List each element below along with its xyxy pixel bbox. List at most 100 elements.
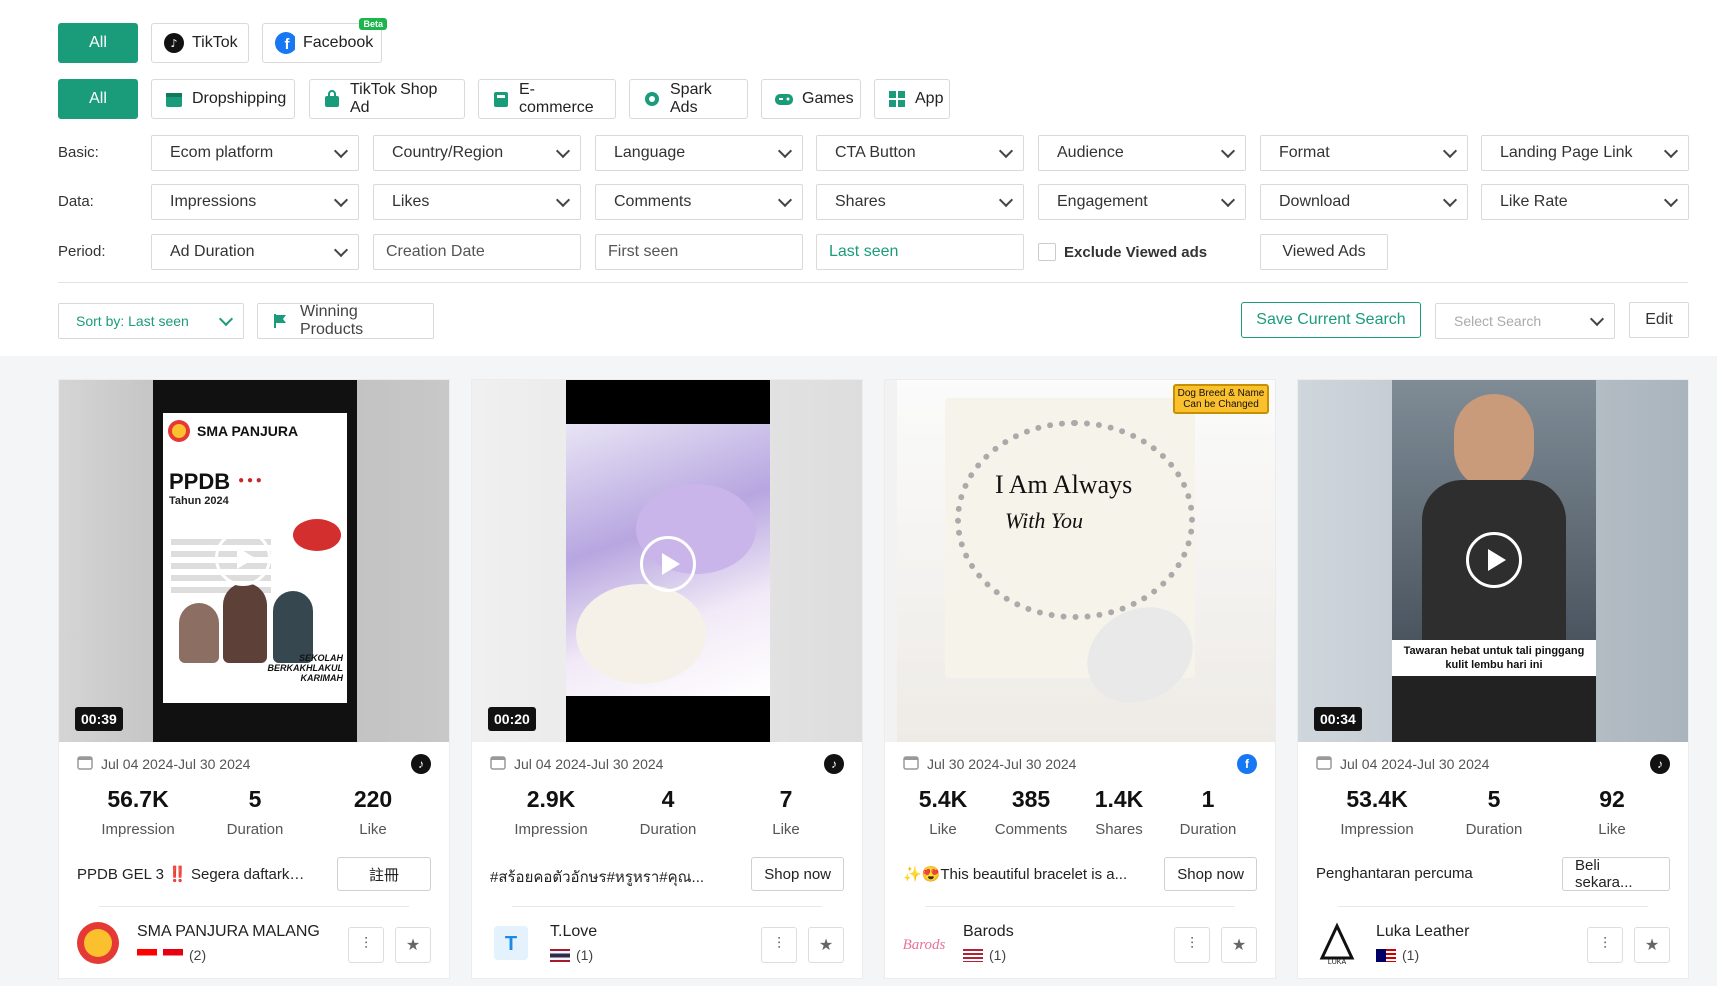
cta-button[interactable]: Shop now bbox=[1164, 857, 1257, 891]
avatar[interactable] bbox=[75, 920, 121, 966]
ad-card[interactable]: I Am Always With You Dog Breed & Name Ca… bbox=[884, 379, 1276, 979]
category-all-button[interactable]: All bbox=[58, 79, 138, 119]
cta-button[interactable]: Beli sekara... bbox=[1562, 857, 1670, 891]
avatar[interactable]: Barods bbox=[901, 920, 947, 966]
platform-facebook-label: Facebook bbox=[303, 34, 374, 51]
sort-select[interactable]: Sort by: Last seen bbox=[58, 303, 244, 339]
stat-impression: 56.7K Impression bbox=[83, 786, 193, 838]
ad-card[interactable]: 00:20 Jul 04 2024-Jul 30 2024 ♪ 2.9K Impr… bbox=[471, 379, 863, 979]
category-tiktok-shop-ad-button[interactable]: TikTok Shop Ad bbox=[309, 79, 465, 119]
creation-date-input[interactable]: Creation Date bbox=[373, 234, 581, 270]
advertiser-name[interactable]: Barods bbox=[963, 923, 1014, 941]
favorite-button[interactable]: ★ bbox=[808, 927, 844, 963]
play-icon[interactable] bbox=[1466, 532, 1522, 588]
comments-label: Comments bbox=[614, 193, 692, 210]
stat-impression: 2.9K Impression bbox=[496, 786, 606, 838]
favorite-button[interactable]: ★ bbox=[1634, 927, 1670, 963]
platform-all-button[interactable]: All bbox=[58, 23, 138, 63]
ad-duration-select[interactable]: Ad Duration bbox=[151, 234, 359, 270]
analytics-button[interactable]: ⫶ bbox=[1587, 927, 1623, 963]
exclude-viewed-checkbox[interactable]: Exclude Viewed ads bbox=[1038, 243, 1207, 261]
advertiser-name[interactable]: Luka Leather bbox=[1376, 923, 1469, 941]
audience-select[interactable]: Audience bbox=[1038, 135, 1246, 171]
avatar[interactable]: LUKA bbox=[1314, 920, 1360, 966]
sun-logo-icon bbox=[168, 420, 190, 442]
format-select[interactable]: Format bbox=[1260, 135, 1468, 171]
viewed-ads-button[interactable]: Viewed Ads bbox=[1260, 234, 1388, 270]
stat-value: 56.7K bbox=[107, 786, 169, 812]
ecom-platform-select[interactable]: Ecom platform bbox=[151, 135, 359, 171]
impressions-select[interactable]: Impressions bbox=[151, 184, 359, 220]
date-text: Jul 04 2024-Jul 30 2024 bbox=[1340, 755, 1490, 772]
category-ecommerce-label: E-commerce bbox=[519, 81, 594, 116]
country-count: (1) bbox=[989, 947, 1007, 963]
ad-media[interactable]: Tawaran hebat untuk tali pinggang kulit … bbox=[1298, 380, 1688, 742]
ad-card[interactable]: SMA PANJURA PPDB Tahun 2024 ● ● ● SEKOLA… bbox=[58, 379, 450, 979]
cta-button[interactable]: Shop now bbox=[751, 857, 844, 891]
landing-page-link-select[interactable]: Landing Page Link bbox=[1481, 135, 1689, 171]
analytics-button[interactable]: ⫶ bbox=[348, 927, 384, 963]
ad-description: Penghantaran percuma bbox=[1316, 865, 1473, 882]
divider bbox=[1338, 906, 1648, 907]
ad-media[interactable]: 00:20 bbox=[472, 380, 862, 742]
date-text: Jul 04 2024-Jul 30 2024 bbox=[514, 755, 664, 772]
analytics-button[interactable]: ⫶ bbox=[761, 927, 797, 963]
chart-icon: ⫶ bbox=[1602, 936, 1607, 953]
engagement-select[interactable]: Engagement bbox=[1038, 184, 1246, 220]
shop-icon bbox=[164, 89, 184, 109]
chevron-down-icon bbox=[998, 192, 1014, 207]
stat-impression: 53.4K Impression bbox=[1322, 786, 1432, 838]
stat-label: Duration bbox=[226, 821, 284, 838]
ad-card[interactable]: Tawaran hebat untuk tali pinggang kulit … bbox=[1297, 379, 1689, 979]
country-region-select[interactable]: Country/Region bbox=[373, 135, 581, 171]
advertiser-name[interactable]: SMA PANJURA MALANG bbox=[137, 923, 320, 941]
category-tiktok-shop-ad-label: TikTok Shop Ad bbox=[350, 81, 438, 116]
viewed-ads-label: Viewed Ads bbox=[1282, 243, 1366, 260]
first-seen-label: First seen bbox=[608, 243, 679, 260]
stat-label: Impression bbox=[101, 821, 175, 838]
first-seen-input[interactable]: First seen bbox=[595, 234, 803, 270]
cta-button-select[interactable]: CTA Button bbox=[816, 135, 1024, 171]
platform-facebook-button[interactable]: f Facebook Beta bbox=[262, 18, 387, 63]
likes-select[interactable]: Likes bbox=[373, 184, 581, 220]
download-select[interactable]: Download bbox=[1260, 184, 1468, 220]
save-search-button[interactable]: Save Current Search bbox=[1241, 302, 1421, 338]
shares-label: Shares bbox=[835, 193, 886, 210]
analytics-button[interactable]: ⫶ bbox=[1174, 927, 1210, 963]
favorite-button[interactable]: ★ bbox=[1221, 927, 1257, 963]
ad-description: #สร้อยคอตัวอักษร#หรูหรา#คุณ... bbox=[490, 869, 705, 886]
shares-select[interactable]: Shares bbox=[816, 184, 1024, 220]
category-spark-ads-button[interactable]: Spark Ads bbox=[629, 79, 748, 119]
ad-description: PPDB GEL 3 ‼️ Segera daftarkan... bbox=[77, 866, 307, 883]
stat-label: Impression bbox=[514, 821, 588, 838]
star-icon: ★ bbox=[405, 937, 421, 954]
stat-duration: 5 Duration bbox=[200, 786, 310, 838]
checkbox-box[interactable] bbox=[1038, 243, 1056, 261]
category-app-button[interactable]: App bbox=[874, 79, 950, 119]
save-search-label: Save Current Search bbox=[1256, 311, 1406, 328]
cta-button[interactable]: 註冊 bbox=[337, 857, 431, 891]
ad-media[interactable]: I Am Always With You Dog Breed & Name Ca… bbox=[885, 380, 1275, 742]
calendar-icon bbox=[490, 754, 506, 773]
poster-year: Tahun 2024 bbox=[169, 495, 229, 507]
category-games-button[interactable]: Games bbox=[761, 79, 861, 119]
language-select[interactable]: Language bbox=[595, 135, 803, 171]
category-ecommerce-button[interactable]: E-commerce bbox=[478, 79, 616, 119]
last-seen-input[interactable]: Last seen bbox=[816, 234, 1024, 270]
edit-button[interactable]: Edit bbox=[1629, 302, 1689, 338]
comments-select[interactable]: Comments bbox=[595, 184, 803, 220]
chart-icon: ⫶ bbox=[363, 936, 368, 953]
category-dropshipping-button[interactable]: Dropshipping bbox=[151, 79, 295, 119]
select-search-dropdown[interactable]: Select Search bbox=[1435, 303, 1615, 339]
like-rate-select[interactable]: Like Rate bbox=[1481, 184, 1689, 220]
divider bbox=[58, 282, 1688, 283]
ad-media[interactable]: SMA PANJURA PPDB Tahun 2024 ● ● ● SEKOLA… bbox=[59, 380, 449, 742]
platform-tiktok-button[interactable]: ♪ TikTok bbox=[151, 23, 249, 63]
favorite-button[interactable]: ★ bbox=[395, 927, 431, 963]
winning-products-button[interactable]: Winning Products bbox=[257, 303, 434, 339]
play-icon[interactable] bbox=[215, 530, 271, 586]
play-icon[interactable] bbox=[640, 536, 696, 592]
stat-value: 7 bbox=[779, 786, 793, 812]
avatar[interactable]: T bbox=[488, 920, 534, 966]
advertiser-name[interactable]: T.Love bbox=[550, 923, 597, 941]
